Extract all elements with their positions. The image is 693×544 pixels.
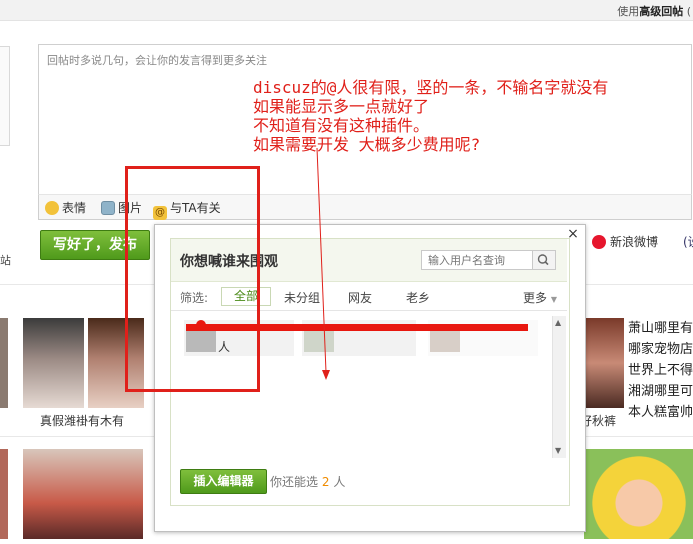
annotation-line: 如果能显示多一点就好了: [253, 97, 430, 116]
post-thumbnail[interactable]: [23, 318, 84, 408]
emoji-tool[interactable]: 表情: [45, 199, 86, 216]
post-thumbnail[interactable]: [0, 318, 8, 408]
smiley-icon: [45, 201, 59, 215]
search-icon: [537, 254, 549, 266]
post-thumbnail[interactable]: [584, 318, 624, 408]
annotation-strike: [186, 324, 528, 331]
post-title-list: 萧山哪里有 哪家宠物店 世界上不得 湘湖哪里可 本人糕富帅: [628, 318, 693, 423]
remaining-count: 你还能选 2 人: [270, 475, 346, 489]
annotation-box: [125, 166, 260, 392]
top-bar: 使用高级回帖 (: [0, 0, 693, 21]
post-caption[interactable]: 真假潍褂有木有: [40, 412, 124, 429]
annotation-line: discuz的@人很有限，竖的一条，不输名字就没有: [253, 78, 609, 97]
post-thumbnail[interactable]: [584, 449, 693, 539]
advanced-reply-hint: 使用高级回帖 (: [617, 5, 691, 18]
post-title[interactable]: 湘湖哪里可: [628, 381, 693, 402]
left-text-fragment: 站: [0, 254, 11, 267]
post-thumbnail[interactable]: [23, 449, 143, 539]
post-title[interactable]: 本人糕富帅: [628, 402, 693, 423]
insert-into-editor-button[interactable]: 插入编辑器: [180, 469, 267, 494]
tab-hometown[interactable]: 老乡: [406, 289, 430, 306]
annotation-text: discuz的@人很有限，竖的一条，不输名字就没有 如果能显示多一点就好了 不知…: [253, 78, 608, 154]
more-dropdown[interactable]: 更多 ▼: [523, 289, 557, 306]
post-thumbnail[interactable]: [0, 449, 8, 539]
image-icon: [101, 201, 115, 215]
friend-list-scrollbar[interactable]: [552, 316, 566, 458]
scroll-up-icon[interactable]: ▲: [555, 318, 561, 327]
annotation-line: 如果需要开发 大概多少费用呢?: [253, 135, 481, 154]
post-title[interactable]: 世界上不得: [628, 360, 693, 381]
remaining-number: 2: [321, 475, 330, 489]
weibo-share[interactable]: 新浪微博: [592, 233, 658, 250]
user-avatar-box: [0, 46, 10, 146]
scroll-down-icon[interactable]: ▼: [555, 446, 561, 455]
user-search-input[interactable]: [421, 250, 533, 270]
tab-netfriends[interactable]: 网友: [348, 289, 372, 306]
settings-fragment[interactable]: (设: [683, 233, 693, 250]
post-title[interactable]: 萧山哪里有: [628, 318, 693, 339]
post-title[interactable]: 哪家宠物店: [628, 339, 693, 360]
search-button[interactable]: [533, 250, 556, 270]
annotation-dot: [196, 320, 206, 330]
tab-ungrouped[interactable]: 未分组: [284, 289, 320, 306]
chevron-down-icon: ▼: [550, 295, 557, 304]
advanced-reply-link[interactable]: 高级回帖: [639, 5, 683, 18]
reply-placeholder: 回帖时多说几句，会让你的发言得到更多关注: [47, 54, 267, 67]
annotation-line: 不知道有没有这种插件。: [253, 116, 430, 135]
weibo-icon: [592, 235, 606, 249]
